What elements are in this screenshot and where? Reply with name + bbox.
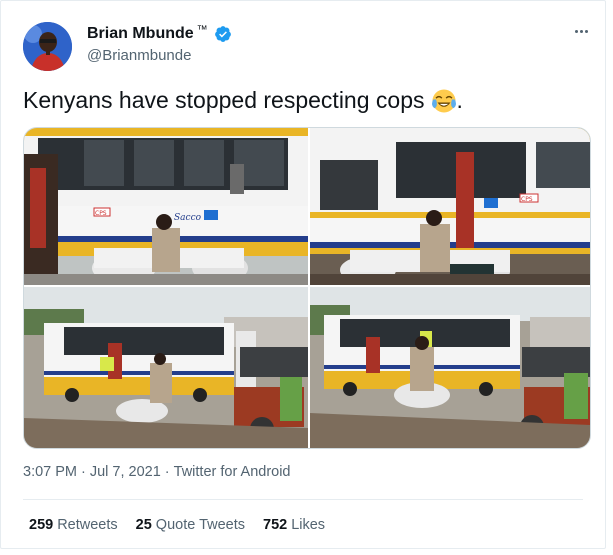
- tweet-meta: 3:07 PM · Jul 7, 2021 · Twitter for Andr…: [23, 464, 291, 480]
- face-with-tears-of-joy-icon: [431, 88, 456, 113]
- tweet-text: Kenyans have stopped respecting cops .: [23, 87, 463, 114]
- author-name-row[interactable]: Brian Mbunde ™: [87, 24, 232, 43]
- bus-badge-text-1: CPS: [95, 210, 107, 217]
- tweet-time[interactable]: 3:07 PM: [23, 464, 77, 480]
- tweet-card: Brian Mbunde ™ @Brianmbunde Kenyans have…: [0, 0, 606, 549]
- quote-tweets-stat[interactable]: 25 Quote Tweets: [136, 517, 245, 533]
- meta-separator: ·: [81, 464, 86, 480]
- media-photo-3[interactable]: [24, 287, 308, 448]
- media-photo-4[interactable]: [310, 287, 590, 448]
- tweet-stats: 259 Retweets 25 Quote Tweets 752 Likes: [29, 517, 325, 533]
- author-display-name[interactable]: Brian Mbunde: [87, 25, 194, 43]
- trademark-symbol: ™: [196, 24, 208, 36]
- verified-badge-icon: [214, 26, 231, 42]
- retweets-stat[interactable]: 259 Retweets: [29, 517, 118, 533]
- meta-separator: ·: [164, 464, 170, 480]
- bus-badge-text-2: CPS: [521, 196, 533, 203]
- tweet-date[interactable]: Jul 7, 2021: [90, 464, 161, 480]
- quote-tweets-count: 25: [135, 517, 152, 533]
- quote-tweets-label: Quote Tweets: [155, 517, 245, 533]
- likes-stat[interactable]: 752 Likes: [263, 517, 325, 533]
- tweet-source[interactable]: Twitter for Android: [174, 464, 291, 480]
- tweet-trailing-period: .: [456, 87, 463, 113]
- media-photo-1[interactable]: Sacco CPS: [24, 128, 308, 285]
- avatar[interactable]: [23, 22, 72, 71]
- likes-label: Likes: [291, 517, 326, 533]
- media-photo-2[interactable]: CPS: [310, 128, 590, 285]
- divider: [23, 499, 583, 500]
- bus-livery-text: Sacco: [174, 213, 202, 223]
- tweet-body: Kenyans have stopped respecting cops: [23, 87, 425, 113]
- author-handle[interactable]: @Brianmbunde: [87, 47, 191, 64]
- media-grid: Sacco CPS CPS: [23, 127, 591, 449]
- retweets-label: Retweets: [57, 517, 118, 533]
- likes-count: 752: [263, 517, 288, 533]
- more-options-icon[interactable]: [569, 21, 593, 41]
- retweets-count: 259: [29, 517, 54, 533]
